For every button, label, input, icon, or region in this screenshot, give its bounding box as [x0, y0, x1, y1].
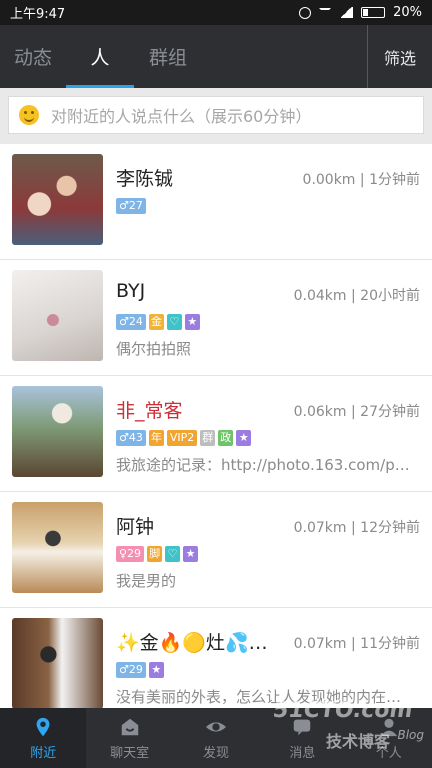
last-active: 1分钟前	[369, 172, 420, 188]
distance-time: 0.06km | 27分钟前	[293, 404, 420, 420]
avatar[interactable]	[12, 502, 103, 593]
politics-badge: 政	[218, 430, 234, 446]
last-active: 27分钟前	[360, 404, 420, 420]
location-pin-icon	[36, 717, 50, 736]
distance: 0.00km	[302, 172, 356, 188]
last-active: 20小时前	[360, 288, 420, 304]
nearby-people-list[interactable]: 李陈铖 0.00km | 1分钟前 ♂27 BYJ 0.04km | 20小时前…	[0, 144, 432, 708]
status-time: 上午9:47	[10, 7, 66, 22]
badge-row: ♂29 ★	[116, 662, 164, 678]
nearby-message-input[interactable]: 对附近的人说点什么（展示60分钟）	[8, 96, 424, 134]
status-input-bar: 对附近的人说点什么（展示60分钟）	[0, 88, 432, 144]
avatar[interactable]	[12, 386, 103, 477]
person-name: 李陈铖	[116, 168, 174, 190]
battery-level: 20%	[393, 5, 422, 20]
person-row[interactable]: 李陈铖 0.00km | 1分钟前 ♂27	[0, 144, 432, 260]
distance: 0.07km	[293, 520, 347, 536]
vip-badge: VIP2	[166, 430, 198, 446]
nav-label: 消息	[289, 745, 316, 761]
battery-icon	[361, 7, 386, 18]
avatar[interactable]	[12, 270, 103, 361]
badge-row: ♂27	[116, 198, 146, 214]
top-tab-bar: 动态 人 群组 筛选	[0, 25, 432, 88]
tab-people[interactable]: 人	[66, 25, 134, 88]
gender-age-badge: ♂29	[116, 662, 146, 678]
filter-button[interactable]: 筛选	[366, 25, 432, 88]
person-row[interactable]: BYJ 0.04km | 20小时前 ♂24 金 ♡ ★ 偶尔拍拍照	[0, 260, 432, 376]
signature: 我是男的	[116, 572, 177, 590]
nav-label: 附近	[30, 745, 57, 761]
eye-icon	[205, 721, 227, 732]
last-active: 11分钟前	[360, 636, 420, 652]
distance: 0.06km	[293, 404, 347, 420]
watermark-subtitle: 技术博客	[325, 732, 390, 751]
wifi-icon	[319, 8, 332, 17]
star-badge: ★	[183, 546, 199, 562]
person-row[interactable]: 阿钟 0.07km | 12分钟前 ♀29 脚 ♡ ★ 我是男的	[0, 492, 432, 608]
gender-age-badge: ♂27	[116, 198, 146, 214]
gender-age-badge: ♀29	[116, 546, 145, 562]
nav-nearby[interactable]: 附近	[0, 708, 87, 768]
nav-discover[interactable]: 发现	[173, 708, 259, 768]
nav-chatroom[interactable]: 聊天室	[86, 708, 172, 768]
signature: 我旅途的记录：http://photo.163.com/p…	[116, 456, 410, 474]
year-badge: 年	[148, 430, 164, 446]
heart-badge: ♡	[165, 546, 181, 562]
badge-row: ♀29 脚 ♡ ★	[116, 546, 199, 562]
person-name: 阿钟	[116, 516, 155, 538]
gold-badge: 金	[148, 314, 164, 330]
status-icons: 20%	[299, 5, 422, 20]
watermark-site: 51CTO.com	[270, 698, 414, 723]
signal-icon	[339, 7, 354, 18]
signature: 偶尔拍拍照	[116, 340, 192, 358]
distance-time: 0.07km | 12分钟前	[293, 520, 420, 536]
distance: 0.07km	[293, 636, 347, 652]
star-badge: ★	[236, 430, 252, 446]
person-name: ✨金🔥🟡灶💦…	[116, 632, 268, 654]
status-bar: 上午9:47 20%	[0, 0, 432, 25]
gender-age-badge: ♂24	[116, 314, 146, 330]
last-active: 12分钟前	[360, 520, 420, 536]
chat-house-icon	[121, 718, 138, 735]
watermark-blog: Blog	[397, 728, 424, 742]
avatar[interactable]	[12, 154, 103, 245]
person-name: 非_常客	[116, 400, 183, 422]
badge-row: ♂24 金 ♡ ★	[116, 314, 200, 330]
star-badge: ★	[148, 662, 164, 678]
nav-label: 发现	[202, 745, 229, 761]
nearby-message-placeholder: 对附近的人说点什么（展示60分钟）	[51, 107, 312, 126]
gender-age-badge: ♂43	[116, 430, 146, 446]
distance-time: 0.07km | 11分钟前	[293, 636, 420, 652]
person-name: BYJ	[116, 280, 146, 302]
smiley-icon[interactable]	[19, 105, 39, 125]
distance-time: 0.00km | 1分钟前	[302, 172, 420, 188]
nav-label: 聊天室	[110, 745, 150, 761]
foot-badge: 脚	[147, 546, 163, 562]
heart-badge: ♡	[166, 314, 182, 330]
group-badge: 群	[200, 430, 216, 446]
person-row[interactable]: 非_常客 0.06km | 27分钟前 ♂43 年 VIP2 群 政 ★ 我旅途…	[0, 376, 432, 492]
avatar[interactable]	[12, 618, 103, 708]
alarm-icon	[299, 6, 312, 19]
tab-groups[interactable]: 群组	[134, 25, 202, 88]
star-badge: ★	[184, 314, 200, 330]
person-row[interactable]: ✨金🔥🟡灶💦… 0.07km | 11分钟前 ♂29 ★ 没有美丽的外表，怎么让…	[0, 608, 432, 708]
badge-row: ♂43 年 VIP2 群 政 ★	[116, 430, 252, 446]
distance: 0.04km	[293, 288, 347, 304]
distance-time: 0.04km | 20小时前	[293, 288, 420, 304]
tab-dynamics[interactable]: 动态	[0, 25, 66, 88]
